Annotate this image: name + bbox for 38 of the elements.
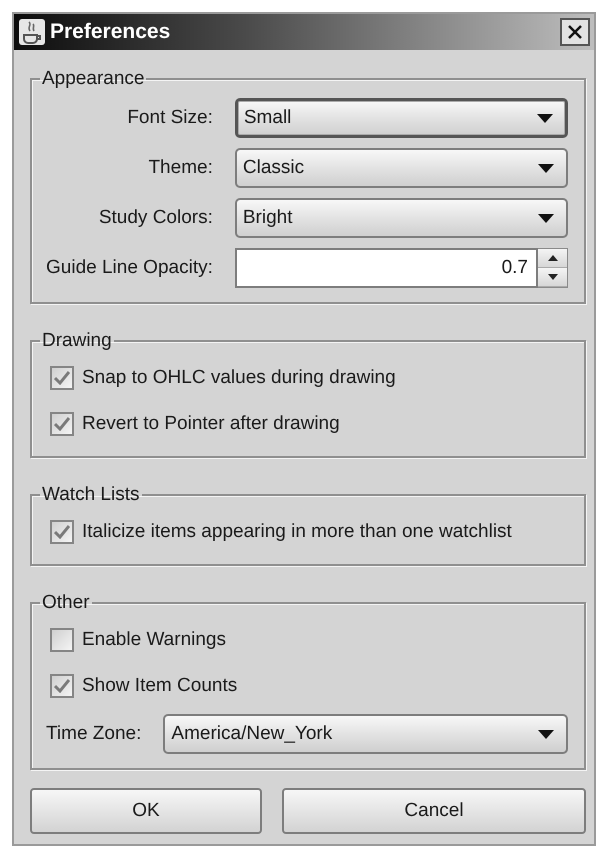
checkbox-label[interactable]: Snap to OHLC values during drawing xyxy=(82,367,396,389)
field-label: Study Colors: xyxy=(98,207,213,229)
group-title: Other xyxy=(41,592,91,614)
close-icon xyxy=(567,24,583,40)
caret-icon xyxy=(538,730,554,738)
group-title: Drawing xyxy=(41,330,113,352)
checkbox[interactable] xyxy=(50,674,74,698)
caret-icon xyxy=(537,114,553,122)
coffee-cup-icon xyxy=(18,18,46,46)
caret-icon xyxy=(538,214,554,222)
field-label: Guide Line Opacity: xyxy=(46,257,213,279)
dropdown[interactable]: Bright xyxy=(234,198,568,238)
checkbox-label[interactable]: Revert to Pointer after drawing xyxy=(82,413,340,435)
dropdown[interactable]: Classic xyxy=(234,148,568,188)
number-field[interactable]: 0.7 xyxy=(234,248,538,288)
checkbox[interactable] xyxy=(50,412,74,436)
window-title: Preferences xyxy=(50,20,170,44)
checkbox-label[interactable]: Show Item Counts xyxy=(82,675,238,697)
field-label: Time Zone: xyxy=(46,723,142,745)
checkbox[interactable] xyxy=(50,366,74,390)
field-label: Font Size: xyxy=(126,107,213,129)
dropdown[interactable]: America/New_York xyxy=(163,714,568,754)
down-arrow-icon xyxy=(548,274,558,280)
group-title: Watch Lists xyxy=(41,484,140,506)
dialog-button[interactable]: Cancel xyxy=(282,788,586,834)
checkbox[interactable] xyxy=(50,520,74,544)
group-title: Appearance xyxy=(41,68,146,90)
dialog-button[interactable]: OK xyxy=(30,788,262,834)
increment-button[interactable] xyxy=(538,249,567,268)
checkbox[interactable] xyxy=(50,628,74,652)
checkbox-label[interactable]: Enable Warnings xyxy=(82,629,226,651)
dropdown[interactable]: Small xyxy=(234,98,568,138)
close-button[interactable] xyxy=(560,18,590,46)
up-arrow-icon xyxy=(548,255,558,261)
decrement-button[interactable] xyxy=(538,268,567,287)
caret-icon xyxy=(538,164,554,172)
field-label: Theme: xyxy=(147,157,213,179)
checkbox-label[interactable]: Italicize items appearing in more than one watchlist xyxy=(82,521,512,543)
